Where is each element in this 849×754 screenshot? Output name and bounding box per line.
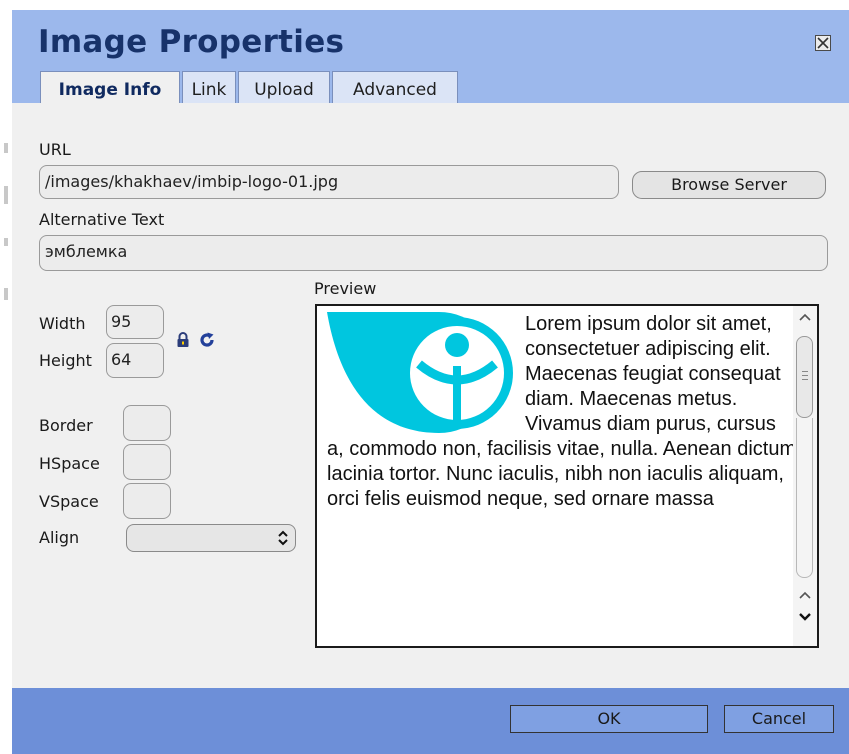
tab-panel-image-info: URL /images/khakhaev/imbip-logo-01.jpg B… xyxy=(12,103,849,688)
close-button[interactable] xyxy=(815,35,831,51)
browse-server-button[interactable]: Browse Server xyxy=(632,171,826,199)
dialog-footer: OK Cancel xyxy=(12,688,849,754)
preview-logo-image xyxy=(327,312,513,433)
url-input[interactable]: /images/khakhaev/imbip-logo-01.jpg xyxy=(39,165,619,199)
hspace-input[interactable] xyxy=(123,444,171,480)
preview-label: Preview xyxy=(314,279,377,298)
ok-button[interactable]: OK xyxy=(510,705,708,733)
cancel-button[interactable]: Cancel xyxy=(724,705,834,733)
vspace-input[interactable] xyxy=(123,483,171,519)
preview-content: Lorem ipsum dolor sit amet, consectetuer… xyxy=(327,312,797,512)
vspace-label: VSpace xyxy=(39,492,99,511)
dialog-title: Image Properties xyxy=(38,24,345,60)
height-label: Height xyxy=(39,351,92,370)
edge-mark xyxy=(4,288,8,300)
scroll-down-icon[interactable] xyxy=(798,612,812,622)
preview-frame: Lorem ipsum dolor sit amet, consectetuer… xyxy=(315,304,819,648)
page-edge xyxy=(0,0,12,754)
align-select[interactable] xyxy=(126,524,296,552)
select-arrows-icon xyxy=(278,530,288,546)
alt-text-input[interactable]: эмблемка xyxy=(39,235,828,271)
height-input[interactable]: 64 xyxy=(106,343,164,378)
align-label: Align xyxy=(39,528,80,547)
scroll-thumb[interactable] xyxy=(796,336,813,418)
alt-text-label: Alternative Text xyxy=(39,210,165,229)
border-label: Border xyxy=(39,416,93,435)
width-input[interactable]: 95 xyxy=(106,305,164,339)
border-input[interactable] xyxy=(123,405,171,441)
width-label: Width xyxy=(39,314,86,333)
scroll-up-small-icon[interactable] xyxy=(798,590,812,600)
hspace-label: HSpace xyxy=(39,454,100,473)
edge-mark xyxy=(4,143,8,153)
scroll-up-icon[interactable] xyxy=(798,312,812,322)
reset-size-icon[interactable] xyxy=(198,331,216,349)
scroll-track[interactable] xyxy=(796,418,813,578)
lock-icon[interactable] xyxy=(176,332,190,348)
close-icon xyxy=(817,37,829,49)
preview-scrollbar[interactable] xyxy=(793,306,817,646)
url-label: URL xyxy=(39,140,71,159)
edge-mark xyxy=(4,186,8,204)
edge-mark xyxy=(4,238,8,246)
